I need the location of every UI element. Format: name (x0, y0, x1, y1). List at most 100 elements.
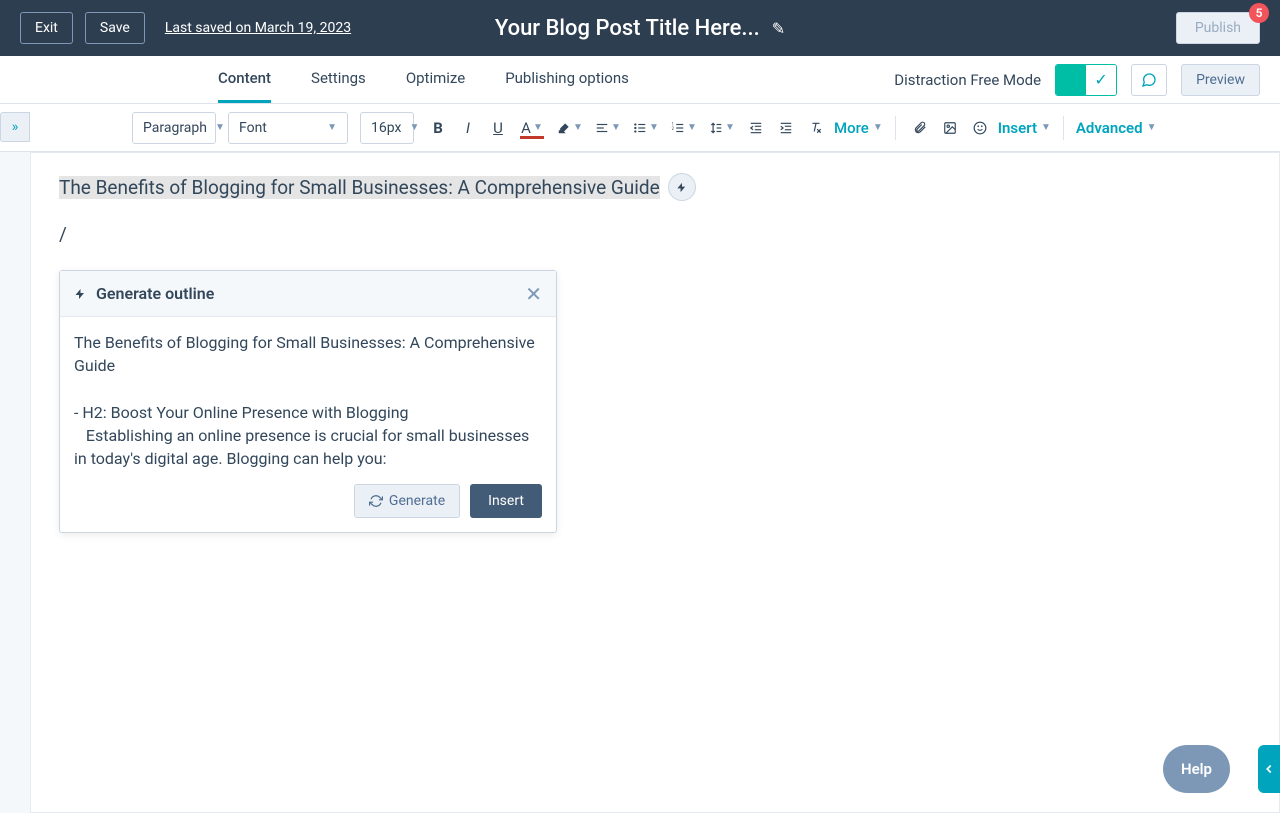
edit-title-icon[interactable]: ✎ (772, 19, 785, 38)
tab-optimize[interactable]: Optimize (406, 56, 465, 103)
insert-group: Insert ▼ (908, 114, 1051, 142)
top-right-group: Publish 5 (1176, 12, 1260, 44)
emoji-button[interactable] (968, 114, 992, 142)
font-size-label: 16px (371, 120, 401, 136)
generate-outline-panel: Generate outline ✕ The Benefits of Blogg… (59, 270, 557, 533)
separator (1063, 116, 1064, 140)
attachment-button[interactable] (908, 114, 932, 142)
outline-title-text: The Benefits of Blogging for Small Busin… (74, 331, 542, 377)
svg-text:2: 2 (672, 125, 675, 130)
chevron-down-icon: ▼ (409, 122, 419, 133)
numbered-list-button[interactable]: 12 ▼ (668, 114, 700, 142)
italic-button[interactable]: I (456, 114, 480, 142)
paragraph-label: Paragraph (143, 120, 207, 136)
emoji-icon (973, 121, 987, 135)
toggle-on (1056, 65, 1086, 95)
toolbar-inner: Paragraph ▼ Font ▼ 16px ▼ B I U A ▼ ▼ ▼ (132, 112, 1156, 144)
top-left-group: Exit Save Last saved on March 19, 2023 (20, 12, 351, 44)
highlighter-icon (557, 121, 571, 135)
comments-button[interactable] (1131, 64, 1167, 96)
publish-button[interactable]: Publish 5 (1176, 12, 1260, 44)
bolt-icon (676, 182, 687, 193)
numbered-list-icon: 12 (671, 121, 685, 135)
tab-settings[interactable]: Settings (311, 56, 366, 103)
chevron-down-icon: ▼ (611, 122, 621, 133)
separator (895, 116, 896, 140)
chevron-down-icon: ▼ (649, 122, 659, 133)
attachment-icon (913, 121, 927, 135)
image-button[interactable] (938, 114, 962, 142)
tabs-right-group: Distraction Free Mode ✓ Preview (894, 64, 1260, 96)
refresh-icon (369, 494, 383, 508)
top-bar: Exit Save Last saved on March 19, 2023 Y… (0, 0, 1280, 56)
bolt-icon (74, 288, 86, 300)
outdent-icon (749, 121, 763, 135)
chevron-down-icon: ▼ (725, 122, 735, 133)
heading-row: The Benefits of Blogging for Small Busin… (59, 173, 1251, 201)
more-dropdown[interactable]: More ▼ (834, 119, 883, 137)
save-button[interactable]: Save (85, 12, 145, 44)
line-height-button[interactable]: ▼ (706, 114, 738, 142)
close-panel-button[interactable]: ✕ (525, 282, 542, 306)
exit-button[interactable]: Exit (20, 12, 73, 44)
insert-outline-button[interactable]: Insert (470, 484, 542, 518)
bold-button[interactable]: B (426, 114, 450, 142)
align-button[interactable]: ▼ (592, 114, 624, 142)
outline-h2-text: - H2: Boost Your Online Presence with Bl… (74, 401, 542, 424)
generate-label: Generate (389, 493, 445, 509)
bullet-list-icon (633, 121, 647, 135)
distraction-free-toggle[interactable]: ✓ (1055, 64, 1117, 96)
font-size-dropdown[interactable]: 16px ▼ (360, 112, 414, 144)
page-title[interactable]: Your Blog Post Title Here... (495, 16, 760, 41)
chevron-down-icon: ▼ (873, 122, 883, 133)
outdent-button[interactable] (744, 114, 768, 142)
chevron-down-icon: ▼ (687, 122, 697, 133)
insert-label: Insert (998, 119, 1037, 137)
generate-button[interactable]: Generate (354, 484, 460, 518)
chevron-down-icon: ▼ (573, 122, 583, 133)
bullet-list-button[interactable]: ▼ (630, 114, 662, 142)
align-left-icon (595, 121, 609, 135)
toggle-off-check-icon: ✓ (1086, 65, 1116, 95)
font-dropdown[interactable]: Font ▼ (228, 112, 348, 144)
post-heading[interactable]: The Benefits of Blogging for Small Busin… (59, 176, 660, 199)
format-group: B I U A ▼ ▼ ▼ ▼ 12 ▼ ▼ (426, 114, 883, 142)
paragraph-dropdown[interactable]: Paragraph ▼ (132, 112, 216, 144)
tab-content[interactable]: Content (218, 56, 271, 103)
slash-command-trigger[interactable]: / (59, 223, 1251, 246)
clear-formatting-button[interactable] (804, 114, 828, 142)
last-saved-link[interactable]: Last saved on March 19, 2023 (165, 20, 351, 36)
page-title-group: Your Blog Post Title Here... ✎ (495, 16, 785, 41)
ai-bolt-chip[interactable] (668, 173, 696, 201)
editor-toolbar: » Paragraph ▼ Font ▼ 16px ▼ B I U A ▼ ▼ … (0, 104, 1280, 152)
chevron-down-icon: ▼ (327, 122, 337, 133)
advanced-dropdown[interactable]: Advanced ▼ (1076, 119, 1157, 137)
insert-dropdown[interactable]: Insert ▼ (998, 119, 1051, 137)
indent-button[interactable] (774, 114, 798, 142)
publish-badge: 5 (1249, 3, 1269, 23)
font-label: Font (239, 120, 267, 136)
chevron-left-icon (1262, 762, 1276, 776)
tabs-bar: Content Settings Optimize Publishing opt… (0, 56, 1280, 104)
drawer-toggle-button[interactable] (1258, 745, 1280, 793)
text-color-button[interactable]: A ▼ (516, 114, 548, 142)
chevron-down-icon: ▼ (215, 122, 225, 133)
expand-panel-button[interactable]: » (0, 112, 30, 142)
highlight-color-button[interactable]: ▼ (554, 114, 586, 142)
underline-button[interactable]: U (486, 114, 510, 142)
panel-title: Generate outline (96, 284, 214, 303)
preview-button[interactable]: Preview (1181, 64, 1260, 96)
panel-title-group: Generate outline (74, 284, 214, 303)
publish-label: Publish (1195, 20, 1241, 36)
tab-publishing-options[interactable]: Publishing options (505, 56, 629, 103)
chevron-down-icon: ▼ (1041, 122, 1051, 133)
help-button[interactable]: Help (1163, 745, 1230, 793)
outline-paragraph-text: Establishing an online presence is cruci… (74, 424, 542, 470)
panel-footer: Generate Insert (60, 484, 556, 532)
chevron-down-icon: ▼ (533, 122, 543, 133)
distraction-free-label: Distraction Free Mode (894, 71, 1041, 89)
tabs-group: Content Settings Optimize Publishing opt… (218, 56, 629, 103)
clear-format-icon (809, 121, 823, 135)
chevron-down-icon: ▼ (1147, 122, 1157, 133)
editor-content-area[interactable]: The Benefits of Blogging for Small Busin… (30, 152, 1280, 813)
